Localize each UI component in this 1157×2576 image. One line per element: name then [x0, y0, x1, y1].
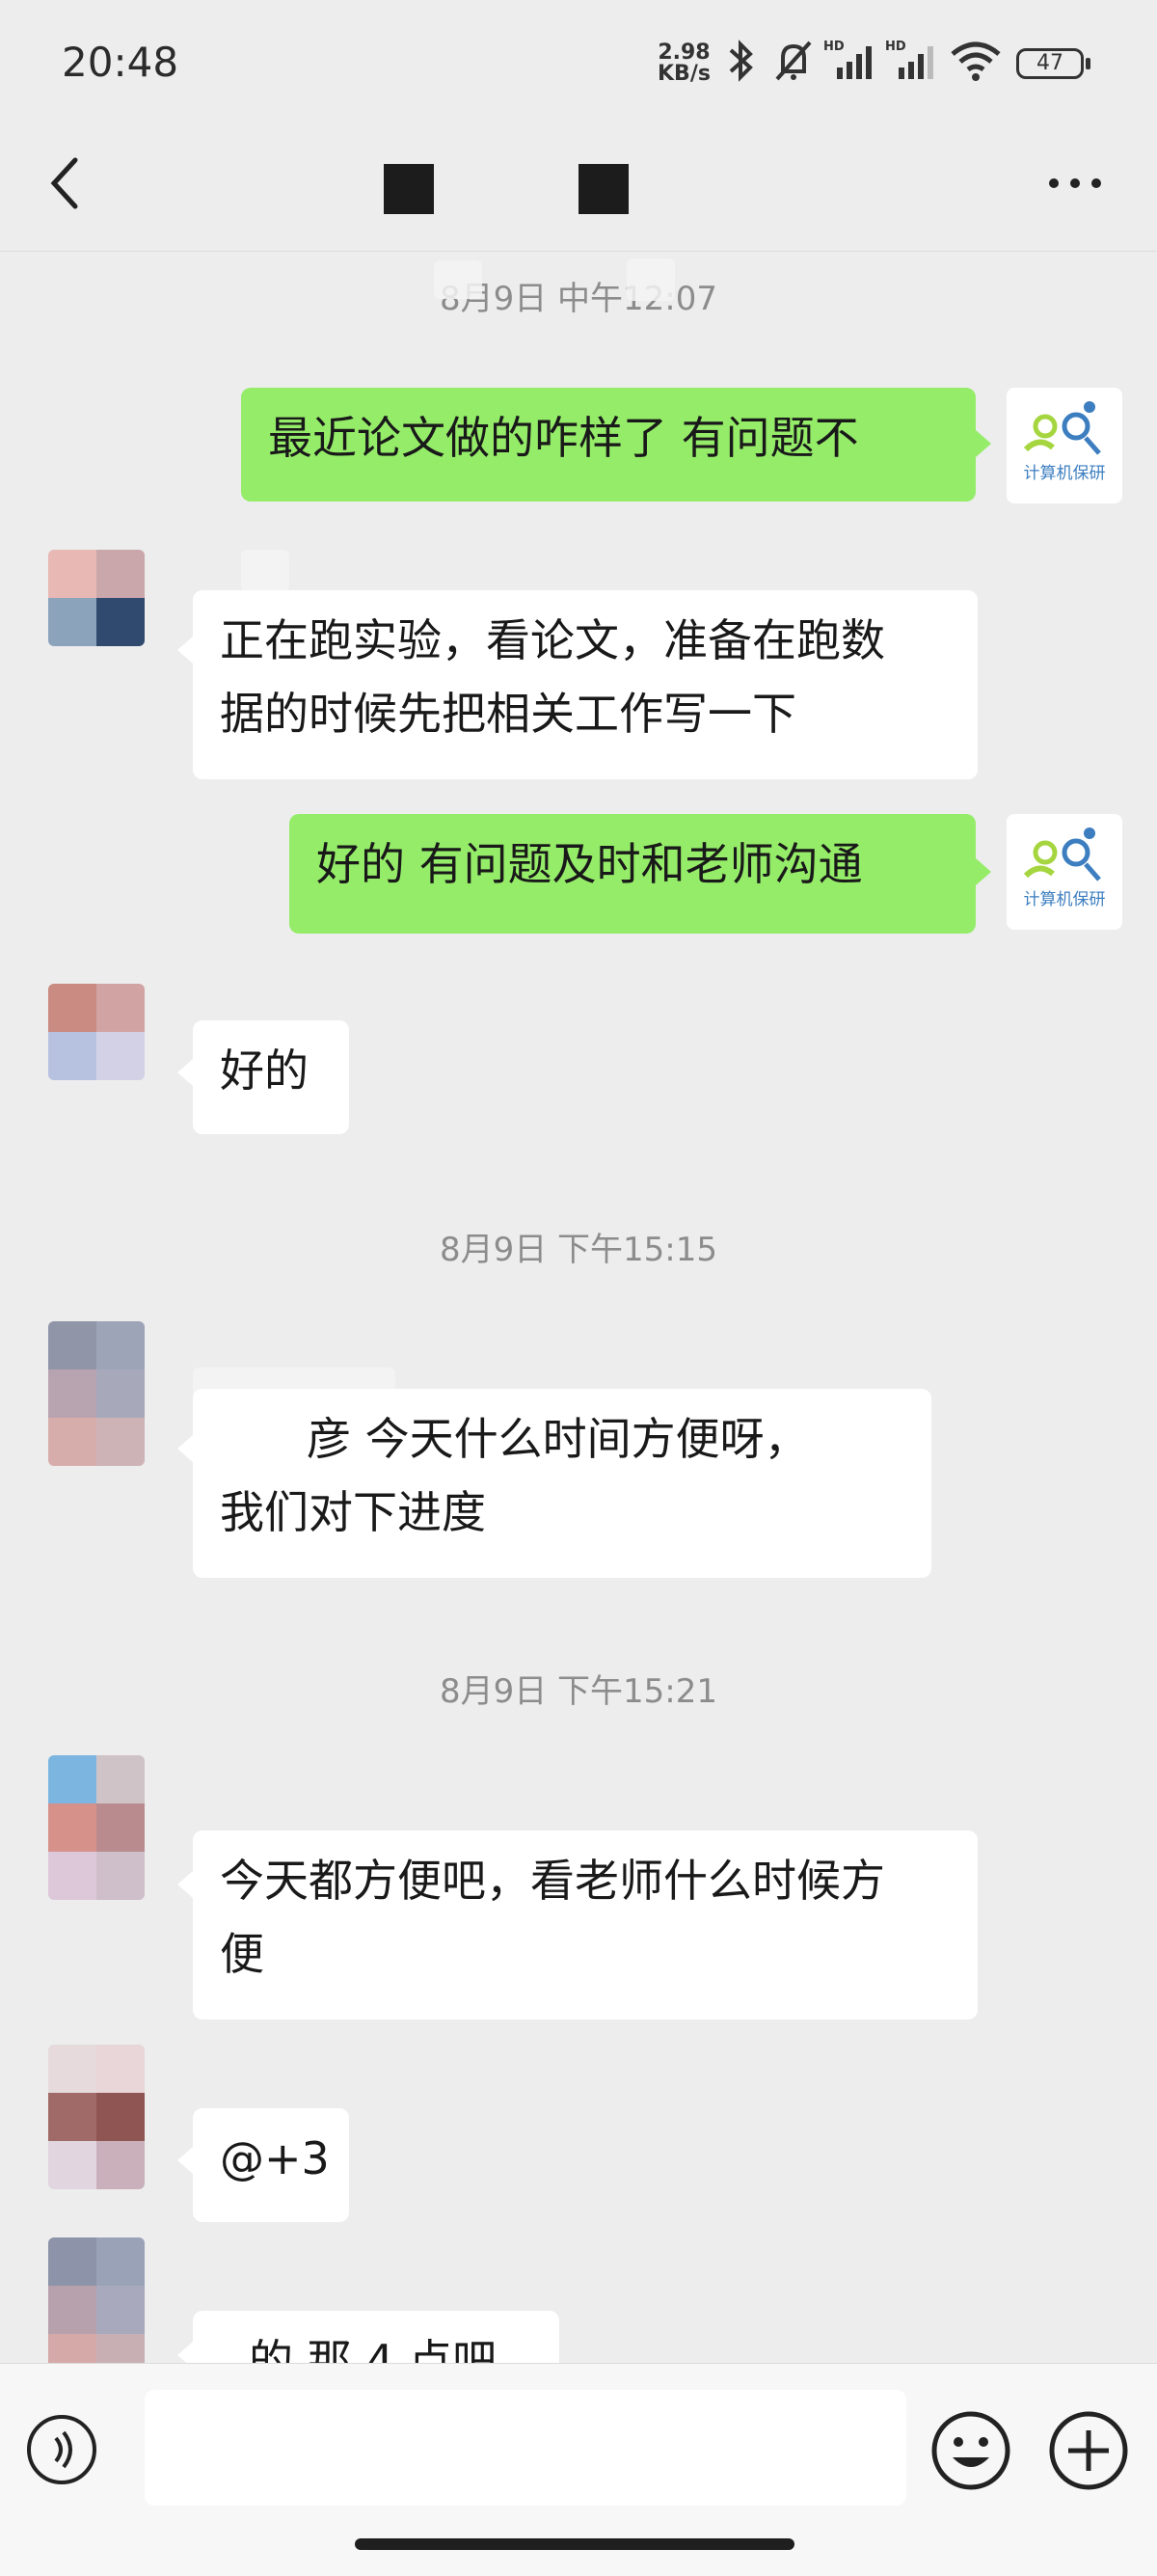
incoming-message-bubble[interactable]: 今天都方便吧，看老师什么时候方 便 [193, 1830, 978, 2020]
incoming-message-bubble[interactable]: 好的 [193, 1020, 349, 1134]
chat-title-redacted [578, 164, 629, 214]
network-speed-value: 2.98 [658, 41, 711, 65]
incoming-message-bubble[interactable]: 彦 今天什么时间方便呀， 我们对下进度 [193, 1389, 931, 1578]
mute-bell-icon [775, 41, 812, 81]
avatar[interactable] [48, 1321, 145, 1466]
brand-logo-icon: 计算机保研 [1024, 401, 1106, 483]
redaction [627, 258, 675, 301]
bubble-tail [177, 2147, 193, 2174]
message-input[interactable] [145, 2390, 906, 2506]
bubble-tail [177, 1871, 193, 1898]
avatar[interactable] [48, 550, 145, 646]
message-timestamp: 8月9日 下午15:15 [439, 1231, 718, 1269]
plus-circle-icon[interactable] [1045, 2407, 1132, 2494]
message-line: 我们对下进度 [220, 1486, 486, 1538]
message-line: 好的 [220, 1044, 309, 1097]
incoming-message-bubble[interactable]: 正在跑实验，看论文，准备在跑数 据的时候先把相关工作写一下 [193, 590, 978, 779]
message-timestamp: 8月9日 中午12:07 [439, 280, 718, 318]
message-line: 正在跑实验，看论文，准备在跑数 [220, 614, 885, 666]
message-text: 好的 有问题及时和老师沟通 [316, 838, 863, 890]
message-line: 彦 今天什么时间方便呀， [307, 1413, 809, 1465]
network-speed: 2.98 KB/s [658, 42, 711, 85]
message-text: 最近论文做的咋样了 有问题不 [268, 412, 859, 464]
brand-logo-icon: 计算机保研 [1024, 827, 1106, 909]
avatar[interactable]: 计算机保研 [1007, 388, 1122, 503]
message-line: @+3 [220, 2132, 330, 2184]
bubble-tail [177, 1435, 193, 1462]
message-timestamp: 8月9日 下午15:21 [439, 1672, 718, 1711]
chat-title-redacted [384, 164, 434, 214]
battery-tip [1086, 58, 1090, 69]
avatar[interactable]: 计算机保研 [1007, 814, 1122, 930]
message-line: 据的时候先把相关工作写一下 [220, 688, 796, 740]
bubble-tail [177, 637, 193, 664]
home-indicator[interactable] [355, 2538, 794, 2550]
brand-avatar-label: 计算机保研 [1024, 464, 1106, 483]
signal-hd-icon: HD [885, 40, 933, 79]
avatar[interactable] [48, 2237, 145, 2382]
back-chevron-icon[interactable] [39, 145, 96, 222]
outgoing-message-bubble[interactable]: 最近论文做的咋样了 有问题不 [241, 388, 976, 502]
bubble-tail [177, 1059, 193, 1086]
status-time: 20:48 [62, 39, 179, 86]
battery-icon: 47 [1016, 48, 1084, 79]
avatar[interactable] [48, 2045, 145, 2189]
bubble-tail [976, 858, 991, 885]
emoji-icon[interactable] [928, 2407, 1014, 2494]
signal-hd-icon: HD [823, 40, 872, 79]
avatar[interactable] [48, 984, 145, 1080]
svg-text:HD: HD [885, 40, 906, 54]
more-dots-icon[interactable] [1041, 154, 1109, 212]
network-speed-unit: KB/s [658, 62, 711, 86]
redaction [434, 260, 482, 299]
message-line: 便 [220, 1928, 264, 1980]
incoming-message-bubble[interactable]: @+3 [193, 2108, 349, 2222]
bluetooth-icon [729, 40, 753, 82]
outgoing-message-bubble[interactable]: 好的 有问题及时和老师沟通 [289, 814, 976, 934]
brand-avatar-label: 计算机保研 [1024, 890, 1106, 909]
avatar[interactable] [48, 1755, 145, 1900]
svg-text:HD: HD [823, 40, 845, 54]
wifi-icon [951, 41, 1001, 81]
bubble-tail [976, 430, 991, 457]
message-line: 今天都方便吧，看老师什么时候方 [220, 1855, 885, 1907]
voice-icon[interactable] [23, 2411, 100, 2488]
sender-name-redacted [241, 550, 289, 592]
